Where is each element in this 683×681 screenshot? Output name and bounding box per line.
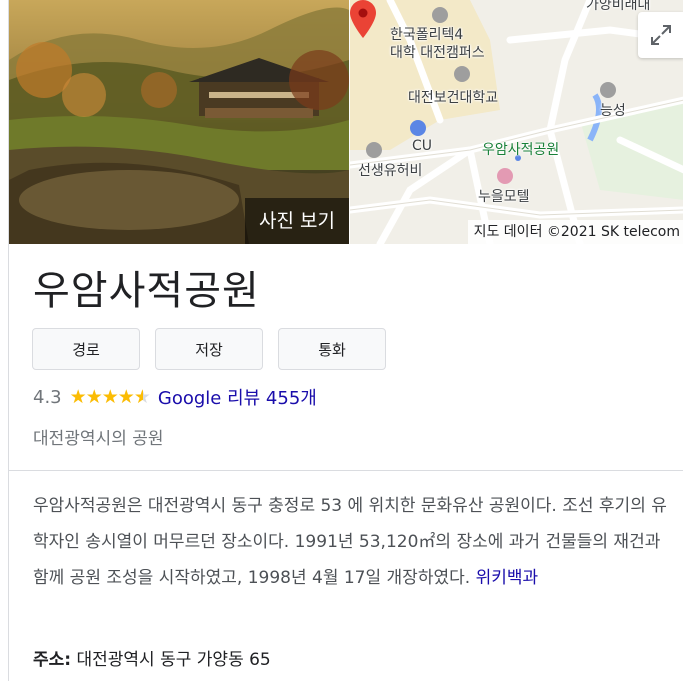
rating-row: 4.3 ★ ★ ★ ★ ★ Google 리뷰 455개 [33, 384, 317, 410]
map-label-neungseong: 능성 [600, 103, 626, 119]
location-pin-icon[interactable] [350, 0, 376, 38]
star-icon: ★ [69, 385, 87, 408]
star-icon: ★ [85, 385, 103, 408]
knowledge-panel: 사진 보기 가양비래대 한국폴리텍4 대학 대전캠퍼스 대전보건대학교 CU 우… [8, 0, 683, 681]
map-label-health-univ: 대전보건대학교 [408, 90, 499, 106]
expand-map-button[interactable] [638, 12, 683, 58]
view-photos-button[interactable]: 사진 보기 [245, 198, 349, 244]
directions-button[interactable]: 경로 [32, 328, 140, 370]
star-rating: ★ ★ ★ ★ ★ [69, 385, 151, 408]
map-label-polytech-2: 대학 대전캠퍼스 [390, 45, 485, 61]
map-label-motel: 누을모텔 [478, 189, 530, 205]
divider [9, 470, 683, 471]
map-label-park: 우암사적공원 [482, 142, 560, 158]
star-icon: ★ [101, 385, 119, 408]
address-row: 주소: 대전광역시 동구 가양동 65 [33, 645, 271, 670]
map-label-polytech-1: 한국폴리텍4 [390, 27, 464, 43]
wikipedia-link[interactable]: 위키백과 [476, 568, 539, 588]
place-description: 우암사적공원은 대전광역시 동구 충정로 53 에 위치한 문화유산 공원이다.… [33, 488, 673, 596]
place-photo[interactable]: 사진 보기 [9, 0, 349, 244]
google-reviews-link[interactable]: Google 리뷰 455개 [158, 384, 317, 410]
half-star-icon: ★ [133, 385, 151, 408]
place-category: 대전광역시의 공원 [33, 429, 164, 449]
action-buttons: 경로 저장 통화 [32, 328, 386, 370]
hero-strip: 사진 보기 가양비래대 한국폴리텍4 대학 대전캠퍼스 대전보건대학교 CU 우… [9, 0, 683, 244]
call-button[interactable]: 통화 [278, 328, 386, 370]
address-label: 주소: [33, 650, 72, 670]
expand-icon [651, 25, 671, 45]
save-button[interactable]: 저장 [155, 328, 263, 370]
map-thumbnail[interactable]: 가양비래대 한국폴리텍4 대학 대전캠퍼스 대전보건대학교 CU 우암사적공원 … [350, 0, 683, 244]
place-title: 우암사적공원 [33, 268, 260, 314]
map-label-cu: CU [412, 138, 433, 154]
map-label-shrine: 선생유허비 [358, 163, 423, 179]
map-attribution: 지도 데이터 ©2021 SK telecom [467, 220, 683, 244]
star-icon: ★ [117, 385, 135, 408]
rating-value: 4.3 [33, 386, 62, 408]
address-value: 대전광역시 동구 가양동 65 [76, 650, 271, 670]
description-text: 우암사적공원은 대전광역시 동구 충정로 53 에 위치한 문화유산 공원이다.… [33, 496, 667, 588]
